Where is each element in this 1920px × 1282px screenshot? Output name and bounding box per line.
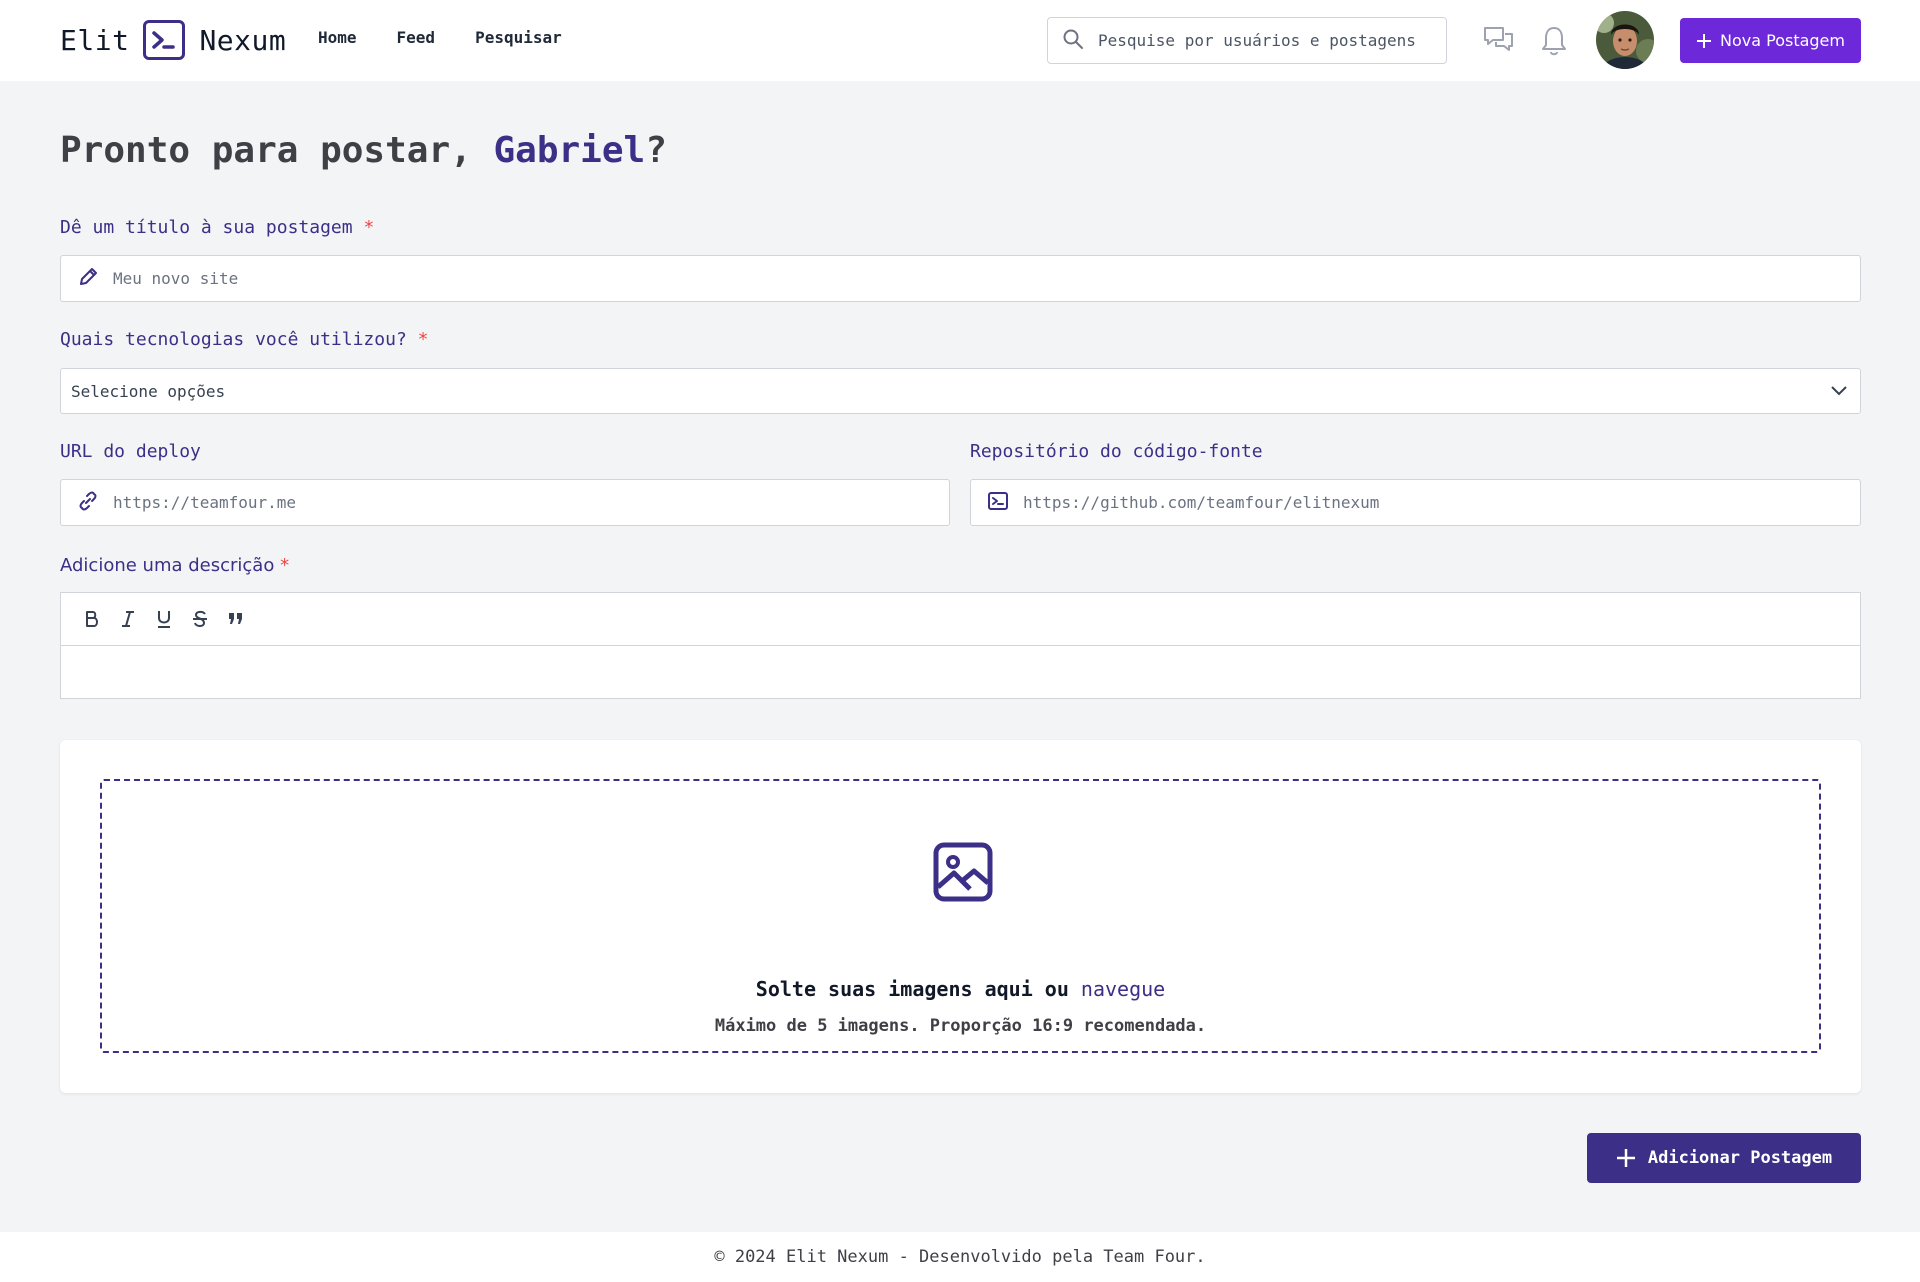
tech-select-value: Selecione opções [71, 381, 226, 401]
pencil-icon [77, 266, 99, 292]
image-dropzone[interactable]: Solte suas imagens aqui ou navegue Máxim… [100, 779, 1821, 1053]
chevron-down-icon [1830, 382, 1848, 401]
page-title-prefix: Pronto para postar, [60, 130, 494, 171]
deploy-label: URL do deploy [60, 441, 201, 462]
bold-icon[interactable] [79, 606, 105, 632]
tech-label-text: Quais tecnologias você utilizou? [60, 329, 407, 350]
terminal-logo-icon [143, 20, 186, 60]
search-icon [1062, 28, 1084, 54]
footer-text: © 2024 Elit Nexum - Desenvolvido pela Te… [714, 1247, 1206, 1267]
editor-toolbar [61, 593, 1860, 646]
repo-field [970, 479, 1861, 526]
bell-icon[interactable] [1540, 25, 1568, 61]
add-post-label: Adicionar Postagem [1647, 1148, 1833, 1168]
page-title-suffix: ? [645, 130, 667, 171]
link-icon [77, 490, 99, 516]
tech-select[interactable]: Selecione opções [60, 368, 1861, 414]
title-label-text: Dê um título à sua postagem [60, 217, 353, 238]
description-label-text: Adicione uma descrição [60, 555, 275, 576]
title-input[interactable] [113, 269, 1860, 288]
chat-icon[interactable] [1483, 25, 1515, 59]
page-title-name: Gabriel [493, 130, 646, 171]
required-mark: * [280, 555, 290, 576]
main-nav: Home Feed Pesquisar [318, 28, 562, 47]
logo-text-left: Elit [60, 23, 130, 57]
description-editor [60, 592, 1861, 699]
quote-icon[interactable] [223, 606, 249, 632]
title-label: Dê um título à sua postagem * [60, 217, 374, 238]
italic-icon[interactable] [115, 606, 141, 632]
underline-icon[interactable] [151, 606, 177, 632]
image-upload-card: Solte suas imagens aqui ou navegue Máxim… [60, 740, 1861, 1093]
dropzone-main-text: Solte suas imagens aqui ou navegue [102, 977, 1819, 1001]
browse-link[interactable]: navegue [1081, 977, 1165, 1001]
nav-home[interactable]: Home [318, 28, 357, 47]
description-textarea[interactable] [61, 646, 1860, 698]
tech-label: Quais tecnologias você utilizou? * [60, 329, 428, 350]
logo[interactable]: Elit Nexum [60, 20, 286, 60]
dropzone-prompt: Solte suas imagens aqui ou [755, 977, 1081, 1001]
title-field [60, 255, 1861, 302]
plus-icon [1616, 1149, 1635, 1167]
deploy-input[interactable] [113, 493, 949, 512]
new-post-label: Nova Postagem [1720, 31, 1845, 50]
description-label: Adicione uma descrição * [60, 555, 289, 576]
plus-icon [1697, 33, 1711, 48]
new-post-button[interactable]: Nova Postagem [1680, 18, 1861, 63]
logo-text-right: Nexum [199, 23, 287, 57]
page-title: Pronto para postar, Gabriel? [60, 130, 667, 171]
search-box [1047, 17, 1447, 64]
footer: © 2024 Elit Nexum - Desenvolvido pela Te… [0, 1232, 1920, 1282]
add-post-button[interactable]: Adicionar Postagem [1587, 1133, 1861, 1183]
nav-search[interactable]: Pesquisar [475, 28, 562, 47]
user-avatar[interactable] [1596, 11, 1654, 69]
dropzone-hint: Máximo de 5 imagens. Proporção 16:9 reco… [714, 1016, 1207, 1036]
nav-feed[interactable]: Feed [397, 28, 436, 47]
terminal-icon [987, 490, 1009, 516]
top-header: Elit Nexum Home Feed Pesquisar Pesquise … [0, 0, 1920, 81]
required-mark: * [363, 217, 375, 238]
image-icon [932, 841, 994, 907]
repo-input[interactable] [1023, 493, 1860, 512]
required-mark: * [417, 329, 429, 350]
search-input[interactable] [1098, 31, 1428, 50]
deploy-field [60, 479, 950, 526]
strikethrough-icon[interactable] [187, 606, 213, 632]
repo-label: Repositório do código-fonte [970, 441, 1263, 462]
